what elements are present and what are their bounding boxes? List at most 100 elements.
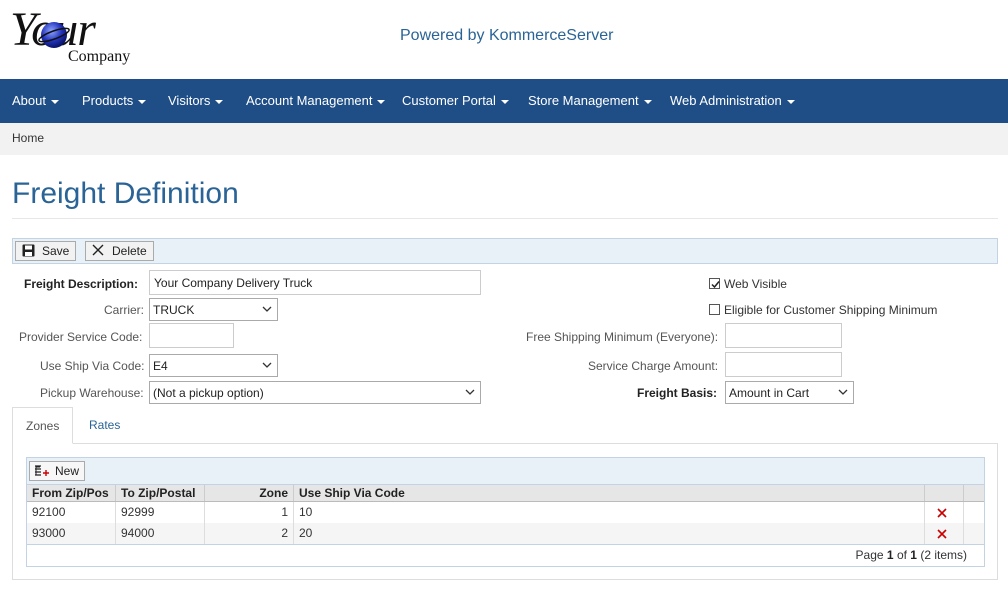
breadcrumb: Home [0, 123, 1008, 155]
ship-via-code-select[interactable]: E4 [149, 354, 278, 377]
column-header-from-zip[interactable]: From Zip/Pos [27, 485, 116, 501]
caret-down-icon [215, 99, 224, 104]
nav-products[interactable]: Products [82, 79, 147, 123]
eligible-shipping-minimum-checkbox[interactable]: Eligible for Customer Shipping Minimum [709, 303, 937, 317]
provider-service-code-input[interactable] [149, 323, 234, 348]
tab-zones[interactable]: Zones [12, 407, 74, 444]
carrier-label: Carrier: [104, 303, 145, 317]
freight-basis-label: Freight Basis: [637, 386, 718, 400]
grid-toolbar: New [27, 458, 984, 485]
pager-total-pages: 1 [910, 548, 917, 562]
cell-ship-via: 20 [294, 523, 925, 544]
cell-to-zip: 94000 [116, 523, 205, 544]
nav-account-management[interactable]: Account Management [246, 79, 386, 123]
save-button[interactable]: Save [15, 241, 76, 261]
close-icon [92, 244, 104, 256]
company-logo[interactable]: Your Company [10, 4, 150, 70]
nav-label: Customer Portal [402, 93, 496, 108]
nav-label: About [12, 93, 46, 108]
nav-about[interactable]: About [12, 79, 59, 123]
new-record-icon [35, 465, 49, 476]
nav-store-management[interactable]: Store Management [528, 79, 652, 123]
caret-down-icon [643, 99, 652, 104]
column-header-spacer [964, 485, 984, 501]
nav-customer-portal[interactable]: Customer Portal [402, 79, 509, 123]
column-header-zone[interactable]: Zone [205, 485, 294, 501]
table-row: 93000 94000 2 20 [27, 523, 984, 544]
web-visible-checkbox[interactable]: Web Visible [709, 277, 787, 291]
grid-footer-divider [27, 544, 984, 545]
chevron-down-icon [838, 389, 848, 395]
main-nav: About Products Visitors Account Manageme… [0, 79, 1008, 123]
checkbox-unchecked-icon [709, 304, 720, 315]
freight-basis-value: Amount in Cart [729, 386, 810, 400]
grid-header: From Zip/Pos To Zip/Postal Zone Use Ship… [27, 485, 984, 502]
freight-description-label: Freight Description: [24, 277, 139, 291]
globe-icon [38, 22, 70, 48]
grid-pager: Page 1 of 1 (2 items) [856, 548, 967, 562]
pager-of: of [896, 548, 907, 562]
freight-basis-select[interactable]: Amount in Cart [725, 381, 854, 404]
cell-to-zip: 92999 [116, 502, 205, 523]
eligible-label: Eligible for Customer Shipping Minimum [724, 303, 938, 317]
checkbox-checked-icon [709, 278, 720, 289]
caret-down-icon [377, 99, 386, 104]
use-ship-via-code-label: Use Ship Via Code: [40, 359, 145, 373]
nav-label: Visitors [168, 93, 211, 108]
column-header-to-zip[interactable]: To Zip/Postal [116, 485, 205, 501]
service-charge-amount-input[interactable] [725, 352, 842, 377]
provider-service-code-label: Provider Service Code: [19, 330, 143, 344]
cell-zone: 1 [205, 502, 294, 523]
save-label: Save [42, 244, 70, 258]
logo-subtext: Company [68, 48, 131, 65]
chevron-down-icon [262, 306, 272, 312]
carrier-value: TRUCK [153, 303, 195, 317]
caret-down-icon [500, 99, 509, 104]
carrier-select[interactable]: TRUCK [149, 298, 278, 321]
nav-label: Products [82, 93, 134, 108]
chevron-down-icon [262, 362, 272, 368]
column-header-actions [925, 485, 964, 501]
pager-item-count: (2 items) [920, 548, 967, 562]
powered-by-text: Powered by KommerceServer [400, 27, 614, 44]
pager-current-page: 1 [886, 548, 894, 562]
delete-row-icon[interactable] [937, 529, 947, 539]
delete-label: Delete [112, 244, 147, 258]
zones-grid: New From Zip/Pos To Zip/Postal Zone Use … [26, 457, 985, 567]
chevron-down-icon [465, 389, 475, 395]
cell-zone: 2 [205, 523, 294, 544]
nav-label: Web Administration [670, 93, 782, 108]
cell-ship-via: 10 [294, 502, 925, 523]
column-header-ship-via[interactable]: Use Ship Via Code [294, 485, 925, 501]
record-toolbar: Save Delete [12, 238, 998, 264]
caret-down-icon [50, 99, 59, 104]
free-shipping-minimum-label: Free Shipping Minimum (Everyone): [526, 330, 719, 344]
free-shipping-minimum-input[interactable] [725, 323, 842, 348]
title-divider [12, 218, 998, 219]
caret-down-icon [138, 99, 147, 104]
service-charge-amount-label: Service Charge Amount: [588, 359, 719, 373]
freight-description-input[interactable] [149, 270, 481, 295]
pickup-warehouse-label: Pickup Warehouse: [40, 386, 144, 400]
nav-web-administration[interactable]: Web Administration [670, 79, 795, 123]
pager-prefix: Page [855, 548, 884, 562]
new-label: New [55, 464, 80, 478]
ship-via-value: E4 [153, 359, 168, 373]
nav-label: Store Management [528, 93, 639, 108]
caret-down-icon [786, 99, 795, 104]
table-row: 92100 92999 1 10 [27, 502, 984, 523]
pickup-warehouse-select[interactable]: (Not a pickup option) [149, 381, 481, 404]
page-title: Freight Definition [12, 177, 239, 210]
nav-label: Account Management [246, 93, 373, 108]
delete-row-icon[interactable] [937, 508, 947, 518]
cell-from-zip: 92100 [27, 502, 116, 523]
tab-rates[interactable]: Rates [76, 407, 133, 444]
site-header: Your Company Powered by KommerceServer [0, 0, 1008, 79]
nav-visitors[interactable]: Visitors [168, 79, 224, 123]
new-zone-button[interactable]: New [29, 461, 86, 481]
delete-button[interactable]: Delete [85, 241, 154, 261]
floppy-disk-icon [22, 244, 35, 257]
breadcrumb-home[interactable]: Home [12, 131, 44, 145]
cell-from-zip: 93000 [27, 523, 116, 544]
pickup-warehouse-value: (Not a pickup option) [153, 386, 264, 400]
